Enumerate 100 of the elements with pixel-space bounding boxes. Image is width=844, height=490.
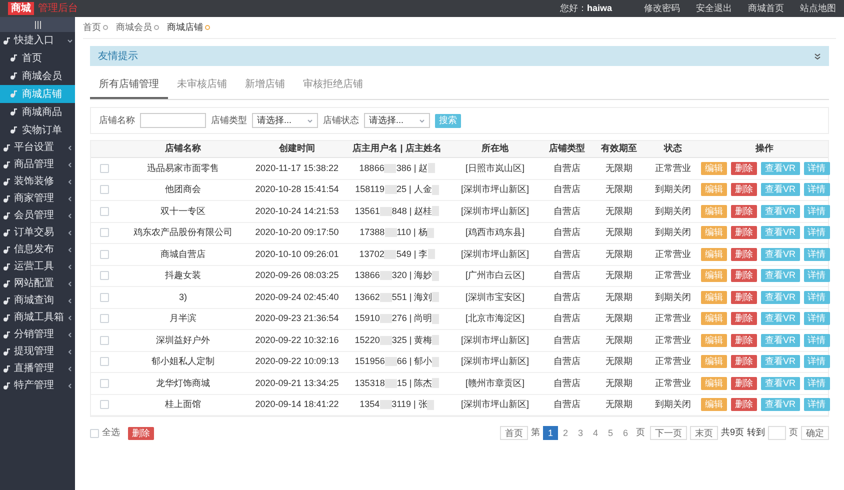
breadcrumb-tab[interactable]: 首页 xyxy=(83,20,108,34)
page-link[interactable]: 4 xyxy=(588,426,603,440)
action-button[interactable]: 删除 xyxy=(731,183,757,196)
sidebar-group[interactable]: 直播管理 xyxy=(0,360,75,377)
sidebar-group[interactable]: 网站配置 xyxy=(0,275,75,292)
action-button[interactable]: 详情 xyxy=(804,204,830,218)
header-link[interactable]: 修改密码 xyxy=(644,2,680,16)
checkbox[interactable] xyxy=(100,164,108,173)
sidebar-group[interactable]: 装饰装修 xyxy=(0,173,75,190)
tab[interactable]: 审核拒绝店铺 xyxy=(294,72,372,99)
sidebar-item[interactable]: 首页 xyxy=(0,49,75,67)
sidebar-group[interactable]: 商城查询 xyxy=(0,292,75,309)
sidebar-group[interactable]: 商品管理 xyxy=(0,156,75,173)
tab[interactable]: 未审核店铺 xyxy=(168,72,236,99)
checkbox[interactable] xyxy=(100,357,108,366)
action-button[interactable]: 查看VR xyxy=(761,398,800,412)
action-button[interactable]: 查看VR xyxy=(761,226,800,240)
action-button[interactable]: 删除 xyxy=(731,355,757,368)
search-button[interactable]: 搜索 xyxy=(435,114,461,128)
action-button[interactable]: 查看VR xyxy=(761,248,800,261)
select-field[interactable]: 请选择... xyxy=(252,113,318,128)
action-button[interactable]: 查看VR xyxy=(761,355,800,368)
action-button[interactable]: 查看VR xyxy=(761,334,800,347)
page-link[interactable]: 3 xyxy=(572,426,588,440)
checkbox[interactable] xyxy=(100,292,108,302)
action-button[interactable]: 删除 xyxy=(731,162,757,175)
sidebar-group[interactable]: 订单交易 xyxy=(0,224,75,241)
sidebar-item[interactable]: 商城会员 xyxy=(0,67,75,85)
sidebar-toggle[interactable] xyxy=(0,17,75,32)
checkbox[interactable] xyxy=(100,206,108,216)
action-button[interactable]: 查看VR xyxy=(761,269,800,282)
action-button[interactable]: 详情 xyxy=(804,334,830,347)
checkbox[interactable] xyxy=(100,185,108,194)
action-button[interactable]: 详情 xyxy=(804,226,830,240)
checkbox[interactable] xyxy=(100,336,108,345)
action-button[interactable]: 详情 xyxy=(804,183,830,196)
action-button[interactable]: 查看VR xyxy=(761,162,800,175)
action-button[interactable]: 删除 xyxy=(731,312,757,326)
confirm-button[interactable]: 确定 xyxy=(801,426,829,440)
checkbox[interactable] xyxy=(100,400,108,410)
action-button[interactable]: 详情 xyxy=(804,398,830,412)
breadcrumb-tab[interactable]: 商城会员 xyxy=(116,20,159,34)
action-button[interactable]: 查看VR xyxy=(761,312,800,326)
action-button[interactable]: 详情 xyxy=(804,248,830,261)
sidebar-group[interactable]: 特产管理 xyxy=(0,377,75,394)
action-button[interactable]: 查看VR xyxy=(761,183,800,196)
action-button[interactable]: 详情 xyxy=(804,290,830,304)
checkbox[interactable] xyxy=(100,314,108,324)
double-chevron-icon[interactable] xyxy=(814,52,821,60)
sidebar-group[interactable]: 提现管理 xyxy=(0,343,75,360)
action-button[interactable]: 删除 xyxy=(731,248,757,261)
select-field[interactable]: 请选择... xyxy=(364,113,430,128)
sidebar-group[interactable]: 会员管理 xyxy=(0,207,75,224)
sidebar-group[interactable]: 快捷入口 xyxy=(0,32,75,49)
checkbox[interactable] xyxy=(90,428,99,438)
action-button[interactable]: 详情 xyxy=(804,312,830,326)
page-link[interactable]: 2 xyxy=(558,426,573,440)
sidebar-group[interactable]: 商城工具箱 xyxy=(0,309,75,326)
checkbox[interactable] xyxy=(100,228,108,238)
sidebar-item[interactable]: 商城商品 xyxy=(0,103,75,121)
action-button[interactable]: 详情 xyxy=(804,376,830,390)
checkbox[interactable] xyxy=(100,378,108,388)
action-button[interactable]: 删除 xyxy=(731,290,757,304)
header-link[interactable]: 安全退出 xyxy=(696,2,732,16)
breadcrumb-tab[interactable]: 商城店铺 xyxy=(167,20,210,34)
action-button[interactable]: 详情 xyxy=(804,269,830,282)
last-page-link[interactable]: 末页 xyxy=(690,426,718,440)
header-link[interactable]: 站点地图 xyxy=(800,2,836,16)
action-button[interactable]: 删除 xyxy=(731,204,757,218)
sidebar-item[interactable]: 实物订单 xyxy=(0,121,75,139)
page-input[interactable] xyxy=(768,426,786,440)
first-page-link[interactable]: 首页 xyxy=(500,426,528,440)
page-link[interactable]: 1 xyxy=(542,426,558,440)
header-link[interactable]: 商城首页 xyxy=(748,2,784,16)
page-link[interactable]: 6 xyxy=(618,426,633,440)
action-button[interactable]: 查看VR xyxy=(761,376,800,390)
action-button[interactable]: 详情 xyxy=(804,355,830,368)
input-field[interactable] xyxy=(140,113,206,128)
action-button[interactable]: 删除 xyxy=(731,334,757,347)
page-link[interactable]: 5 xyxy=(602,426,618,440)
delete-button[interactable]: 删除 xyxy=(128,426,154,440)
checkbox[interactable] xyxy=(100,271,108,280)
checkbox[interactable] xyxy=(100,250,108,259)
action-button[interactable]: 删除 xyxy=(731,269,757,282)
action-button[interactable]: 详情 xyxy=(804,162,830,175)
music-note-icon xyxy=(3,144,11,152)
next-page-link[interactable]: 下一页 xyxy=(650,426,687,440)
action-button[interactable]: 查看VR xyxy=(761,290,800,304)
action-button[interactable]: 查看VR xyxy=(761,204,800,218)
action-button[interactable]: 删除 xyxy=(731,376,757,390)
sidebar-group[interactable]: 平台设置 xyxy=(0,139,75,156)
tab[interactable]: 新增店铺 xyxy=(236,72,294,99)
action-button[interactable]: 删除 xyxy=(731,226,757,240)
sidebar-group[interactable]: 运营工具 xyxy=(0,258,75,275)
tab[interactable]: 所有店铺管理 xyxy=(90,72,168,99)
sidebar-item[interactable]: 商城店铺 xyxy=(0,85,75,103)
sidebar-group[interactable]: 商家管理 xyxy=(0,190,75,207)
sidebar-group[interactable]: 信息发布 xyxy=(0,241,75,258)
sidebar-group[interactable]: 分销管理 xyxy=(0,326,75,343)
action-button[interactable]: 删除 xyxy=(731,398,757,412)
